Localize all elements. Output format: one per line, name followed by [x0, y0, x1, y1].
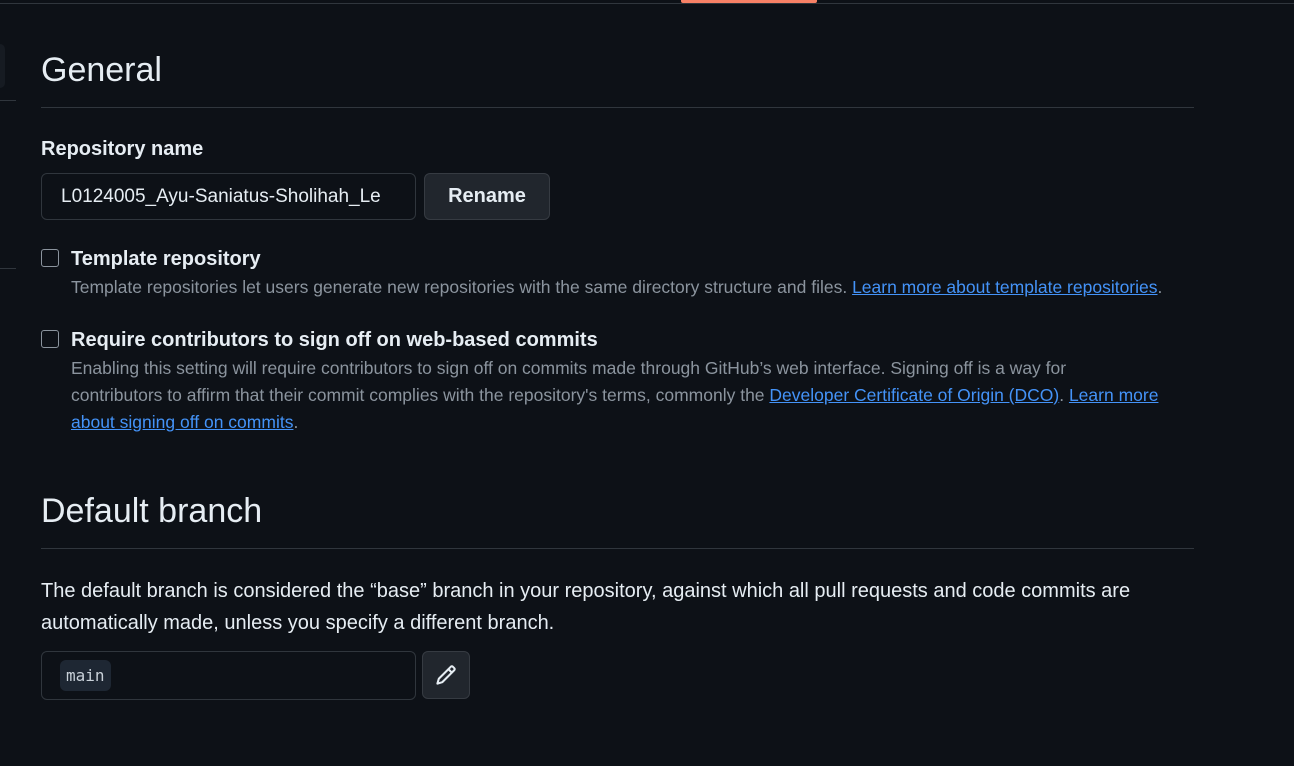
default-branch-field: main	[41, 651, 416, 700]
template-repository-title: Template repository	[71, 248, 261, 270]
pencil-icon	[436, 665, 456, 685]
template-repository-learn-more-link[interactable]: Learn more about template repositories	[852, 277, 1157, 297]
branch-name-chip: main	[60, 660, 111, 691]
repository-name-label: Repository name	[41, 138, 204, 160]
section-divider	[41, 548, 1194, 549]
active-tab-indicator	[681, 0, 817, 3]
default-branch-description: The default branch is considered the “ba…	[41, 580, 1131, 634]
signoff-description: Enabling this setting will require contr…	[71, 358, 1159, 432]
edit-default-branch-button[interactable]	[422, 651, 470, 699]
sidebar-divider	[0, 268, 16, 269]
repository-name-input[interactable]	[41, 173, 416, 220]
section-divider	[41, 107, 1194, 108]
template-repository-description: Template repositories let users generate…	[71, 277, 1163, 297]
default-branch-heading: Default branch	[41, 492, 263, 530]
top-tab-bar	[0, 0, 1294, 4]
rename-button[interactable]: Rename	[424, 173, 550, 220]
sidebar-edge	[0, 44, 5, 88]
dco-link[interactable]: Developer Certificate of Origin (DCO)	[769, 385, 1059, 405]
sidebar-divider	[0, 100, 16, 101]
general-heading: General	[41, 51, 162, 89]
signoff-checkbox[interactable]	[41, 330, 59, 348]
signoff-title: Require contributors to sign off on web-…	[71, 329, 598, 351]
template-repository-checkbox[interactable]	[41, 249, 59, 267]
